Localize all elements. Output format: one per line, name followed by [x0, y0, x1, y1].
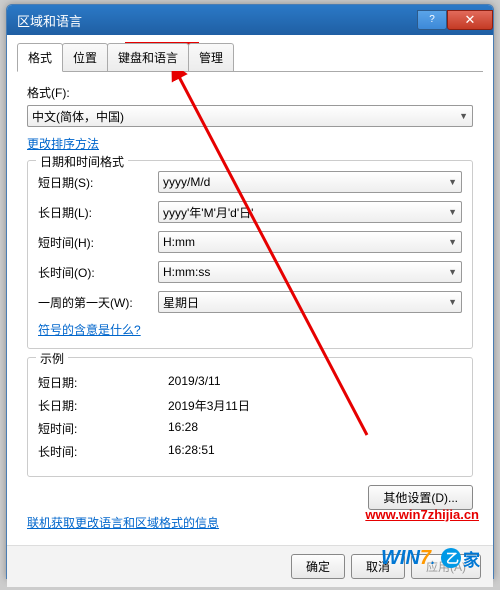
cancel-button[interactable]: 取消	[351, 554, 405, 579]
long-time-value: H:mm:ss	[163, 265, 210, 279]
ex-short-date-label: 短日期:	[38, 374, 168, 391]
tab-keyboard-language[interactable]: 键盘和语言	[107, 43, 189, 71]
content-area: 格式 位置 键盘和语言 管理 格式(F): 中文(简体，中国) ▼ 更改排序方法…	[7, 35, 493, 545]
chevron-down-icon: ▼	[448, 297, 457, 307]
chevron-down-icon: ▼	[448, 267, 457, 277]
window-title: 区域和语言	[17, 11, 82, 30]
short-time-label: 短时间(H):	[38, 234, 158, 251]
long-date-label: 长日期(L):	[38, 204, 158, 221]
ex-short-date-value: 2019/3/11	[168, 374, 462, 391]
datetime-legend: 日期和时间格式	[36, 153, 128, 170]
symbols-link[interactable]: 符号的含意是什么?	[38, 321, 141, 338]
short-date-select[interactable]: yyyy/M/d ▼	[158, 171, 462, 193]
tab-format[interactable]: 格式	[17, 43, 63, 72]
format-select-value: 中文(简体，中国)	[32, 108, 124, 125]
other-settings-button[interactable]: 其他设置(D)...	[368, 485, 473, 510]
long-date-select[interactable]: yyyy'年'M'月'd'日' ▼	[158, 201, 462, 223]
chevron-down-icon: ▼	[448, 237, 457, 247]
tab-strip: 格式 位置 键盘和语言 管理	[17, 43, 483, 72]
short-date-value: yyyy/M/d	[163, 175, 210, 189]
format-select[interactable]: 中文(简体，中国) ▼	[27, 105, 473, 127]
ex-short-time-value: 16:28	[168, 420, 462, 437]
long-time-label: 长时间(O):	[38, 264, 158, 281]
long-date-value: yyyy'年'M'月'd'日'	[163, 204, 253, 221]
titlebar: 区域和语言 ? ✕	[7, 5, 493, 35]
tab-admin[interactable]: 管理	[188, 43, 234, 71]
short-time-value: H:mm	[163, 235, 195, 249]
tab-location[interactable]: 位置	[62, 43, 108, 71]
short-time-select[interactable]: H:mm ▼	[158, 231, 462, 253]
tab-panel-format: 格式(F): 中文(简体，中国) ▼ 更改排序方法 日期和时间格式 短日期(S)…	[17, 72, 483, 537]
first-day-select[interactable]: 星期日 ▼	[158, 291, 462, 313]
change-sort-link[interactable]: 更改排序方法	[27, 135, 99, 152]
first-day-label: 一周的第一天(W):	[38, 294, 158, 311]
first-day-value: 星期日	[163, 294, 199, 311]
chevron-down-icon: ▼	[448, 207, 457, 217]
dialog-window: 区域和语言 ? ✕ 格式 位置 键盘和语言 管理 格式(F): 中文(简体，中国…	[6, 4, 494, 579]
ex-long-date-value: 2019年3月11日	[168, 397, 462, 414]
apply-button[interactable]: 应用(A)	[411, 554, 481, 579]
datetime-fieldset: 日期和时间格式 短日期(S): yyyy/M/d ▼ 长日期(L): yyyy'…	[27, 160, 473, 349]
format-label: 格式(F):	[27, 84, 147, 101]
window-controls: ? ✕	[417, 11, 493, 30]
online-info-link[interactable]: 联机获取更改语言和区域格式的信息	[27, 516, 219, 530]
ex-long-date-label: 长日期:	[38, 397, 168, 414]
chevron-down-icon: ▼	[448, 177, 457, 187]
ok-button[interactable]: 确定	[291, 554, 345, 579]
ex-short-time-label: 短时间:	[38, 420, 168, 437]
examples-fieldset: 示例 短日期: 2019/3/11 长日期: 2019年3月11日 短时间: 1…	[27, 357, 473, 477]
dialog-footer: 确定 取消 应用(A)	[7, 545, 493, 587]
long-time-select[interactable]: H:mm:ss ▼	[158, 261, 462, 283]
ex-long-time-value: 16:28:51	[168, 443, 462, 460]
chevron-down-icon: ▼	[459, 111, 468, 121]
short-date-label: 短日期(S):	[38, 174, 158, 191]
examples-legend: 示例	[36, 350, 68, 367]
close-button[interactable]: ✕	[447, 10, 493, 30]
ex-long-time-label: 长时间:	[38, 443, 168, 460]
help-button[interactable]: ?	[417, 10, 447, 30]
